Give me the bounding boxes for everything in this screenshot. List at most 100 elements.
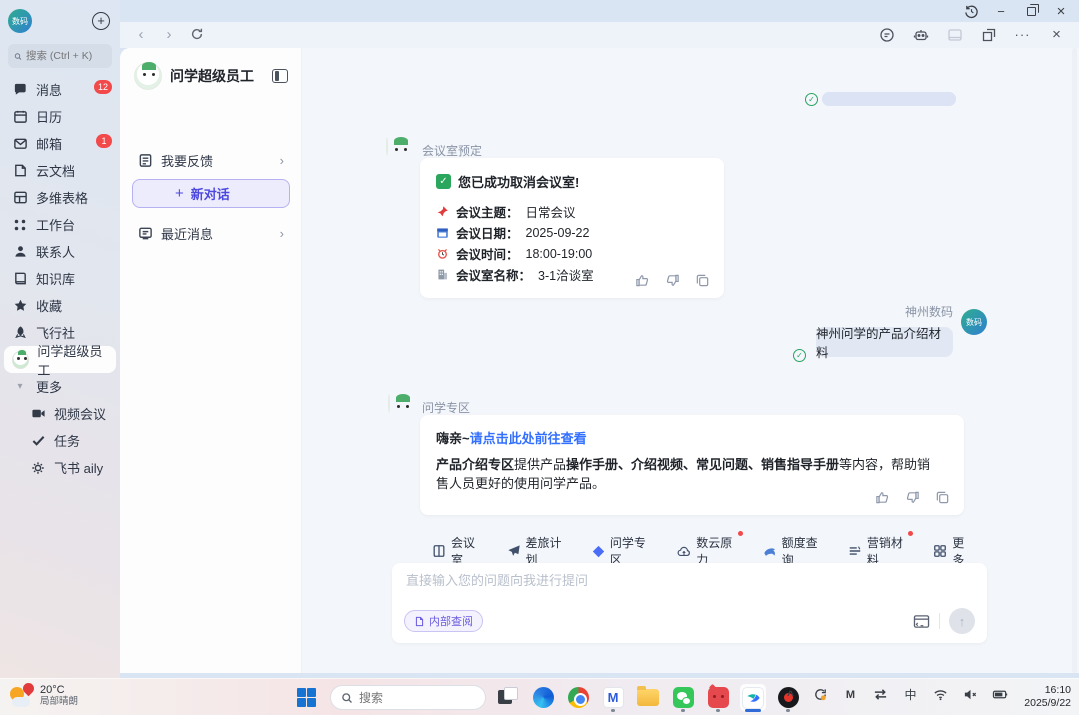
rocket-icon	[12, 325, 28, 341]
copy-icon[interactable]	[935, 490, 950, 505]
bot-avatar[interactable]	[386, 137, 388, 156]
sidebar-search[interactable]	[8, 44, 112, 68]
tray-chevron-icon[interactable]: ^	[782, 686, 799, 703]
taskbar-search[interactable]	[330, 685, 486, 710]
thumbs-up-icon[interactable]	[875, 490, 890, 505]
sidebar-item-label: 更多	[36, 377, 62, 396]
chrome-app-icon[interactable]	[565, 684, 591, 711]
copy-icon[interactable]	[695, 273, 710, 288]
forward-button[interactable]: ›	[160, 25, 178, 43]
success-check-icon: ✓	[436, 174, 451, 189]
window-controls: − ×	[963, 3, 1069, 19]
weather-widget[interactable]: 20°C 局部晴朗	[8, 683, 78, 709]
shortcut-keyboard-icon[interactable]	[913, 614, 930, 629]
refresh-button[interactable]	[188, 25, 206, 43]
thumbs-up-icon[interactable]	[635, 273, 650, 288]
scrollbar[interactable]	[1072, 48, 1077, 673]
sidebar-item-feishu-aily[interactable]: 飞书 aily	[0, 454, 120, 481]
user-avatar[interactable]: 数码	[8, 9, 32, 33]
book-icon	[12, 271, 28, 287]
close-button[interactable]: ×	[1053, 3, 1069, 19]
panel-title: 问学超级员工	[170, 66, 264, 86]
message-input[interactable]	[406, 573, 826, 588]
sidebar-item-video-meeting[interactable]: 视频会议	[0, 400, 120, 427]
internal-lookup-pill[interactable]: 内部查阅	[404, 610, 483, 632]
file-explorer-icon[interactable]	[635, 684, 661, 711]
collapsed-message-bar[interactable]	[822, 92, 956, 106]
weather-icon	[8, 683, 34, 709]
add-button[interactable]: +	[92, 12, 110, 30]
user-avatar[interactable]: 数码	[961, 309, 987, 335]
sidebar-item-table[interactable]: 多维表格	[0, 184, 120, 211]
battery-icon[interactable]	[992, 686, 1009, 703]
list-icon	[848, 544, 862, 558]
chat-header-actions: ··· ×	[878, 26, 1065, 43]
sidebar-item-wenxue-agent[interactable]: 问学超级员工	[4, 346, 116, 373]
greeting-line: 嗨亲~请点击此处前往查看	[436, 428, 948, 447]
cloud-doc-icon	[12, 163, 28, 179]
more-button[interactable]: ···	[1014, 26, 1031, 43]
redcat-app-icon[interactable]	[705, 684, 731, 711]
sidebar-item-contacts[interactable]: 联系人	[0, 238, 120, 265]
caret-down-icon: ▾	[12, 381, 28, 392]
new-chat-label: 新对话	[191, 184, 230, 203]
close-panel-button[interactable]: ×	[1048, 26, 1065, 43]
card-field: 会议主题：日常会议	[436, 201, 708, 222]
card-view-icon[interactable]	[946, 26, 963, 43]
recent-messages-item[interactable]: 最近消息 ›	[130, 218, 292, 248]
zone-description: 产品介绍专区提供产品操作手册、介绍视频、常见问题、销售指导手册等内容，帮助销售人…	[436, 455, 936, 493]
collapse-panel-icon[interactable]	[272, 69, 288, 83]
sidebar-item-workbench[interactable]: 工作台	[0, 211, 120, 238]
sidebar-nav: 消息 12 日历 邮箱 1 云文档 多维表格 工作台 联系人	[0, 76, 120, 481]
star-icon	[12, 298, 28, 314]
search-input[interactable]	[26, 50, 106, 62]
send-button[interactable]: ↑	[949, 608, 975, 634]
sidebar-item-more[interactable]: ▾ 更多	[0, 373, 120, 400]
minimize-button[interactable]: −	[993, 3, 1009, 19]
history-icon[interactable]	[963, 3, 979, 19]
sidebar-item-tasks[interactable]: 任务	[0, 427, 120, 454]
popout-icon[interactable]	[980, 26, 997, 43]
feishu-app-icon[interactable]	[740, 684, 766, 711]
message-circle-icon[interactable]	[878, 26, 895, 43]
feedback-item[interactable]: 我要反馈 ›	[130, 145, 292, 175]
volume-muted-icon[interactable]	[962, 686, 979, 703]
alarm-clock-icon	[436, 247, 449, 260]
sidebar-item-knowledge[interactable]: 知识库	[0, 265, 120, 292]
start-button[interactable]	[297, 688, 316, 707]
ime-indicator[interactable]: 中	[902, 686, 919, 703]
task-view-button[interactable]	[498, 687, 518, 707]
sidebar-item-favorites[interactable]: 收藏	[0, 292, 120, 319]
wifi-icon[interactable]	[932, 686, 949, 703]
sync-icon[interactable]	[812, 686, 829, 703]
thumbs-down-icon[interactable]	[905, 490, 920, 505]
edge-app-icon[interactable]	[530, 684, 556, 711]
m-app-icon[interactable]: M	[600, 684, 626, 711]
thumbs-down-icon[interactable]	[665, 273, 680, 288]
check-icon	[30, 433, 46, 449]
m-tray-icon[interactable]: M	[842, 686, 859, 703]
network-transfer-icon[interactable]	[872, 686, 889, 703]
sidebar-item-label: 邮箱	[36, 134, 62, 153]
mail-icon	[12, 136, 28, 152]
robot-icon[interactable]	[912, 26, 929, 43]
new-chat-button[interactable]: + 新对话	[132, 179, 290, 208]
bot-avatar[interactable]	[388, 394, 390, 413]
divider	[939, 613, 940, 629]
sidebar-item-calendar[interactable]: 日历	[0, 103, 120, 130]
sidebar-item-label: 收藏	[36, 296, 62, 315]
sidebar-item-label: 飞行社	[36, 323, 75, 342]
feedback-doc-icon	[138, 153, 153, 168]
sidebar-item-messages[interactable]: 消息 12	[0, 76, 120, 103]
maximize-button[interactable]	[1023, 3, 1039, 19]
calendar-icon	[12, 109, 28, 125]
clock-widget[interactable]: 16:10 2025/9/22	[1024, 684, 1071, 710]
taskbar-search-input[interactable]	[359, 691, 469, 705]
sidebar-item-label: 日历	[36, 107, 62, 126]
wechat-app-icon[interactable]	[670, 684, 696, 711]
sidebar-item-docs[interactable]: 云文档	[0, 157, 120, 184]
sidebar-item-mail[interactable]: 邮箱 1	[0, 130, 120, 157]
go-view-link[interactable]: 请点击此处前往查看	[470, 431, 587, 446]
back-button[interactable]: ‹	[132, 25, 150, 43]
recent-chat-icon	[138, 226, 153, 241]
